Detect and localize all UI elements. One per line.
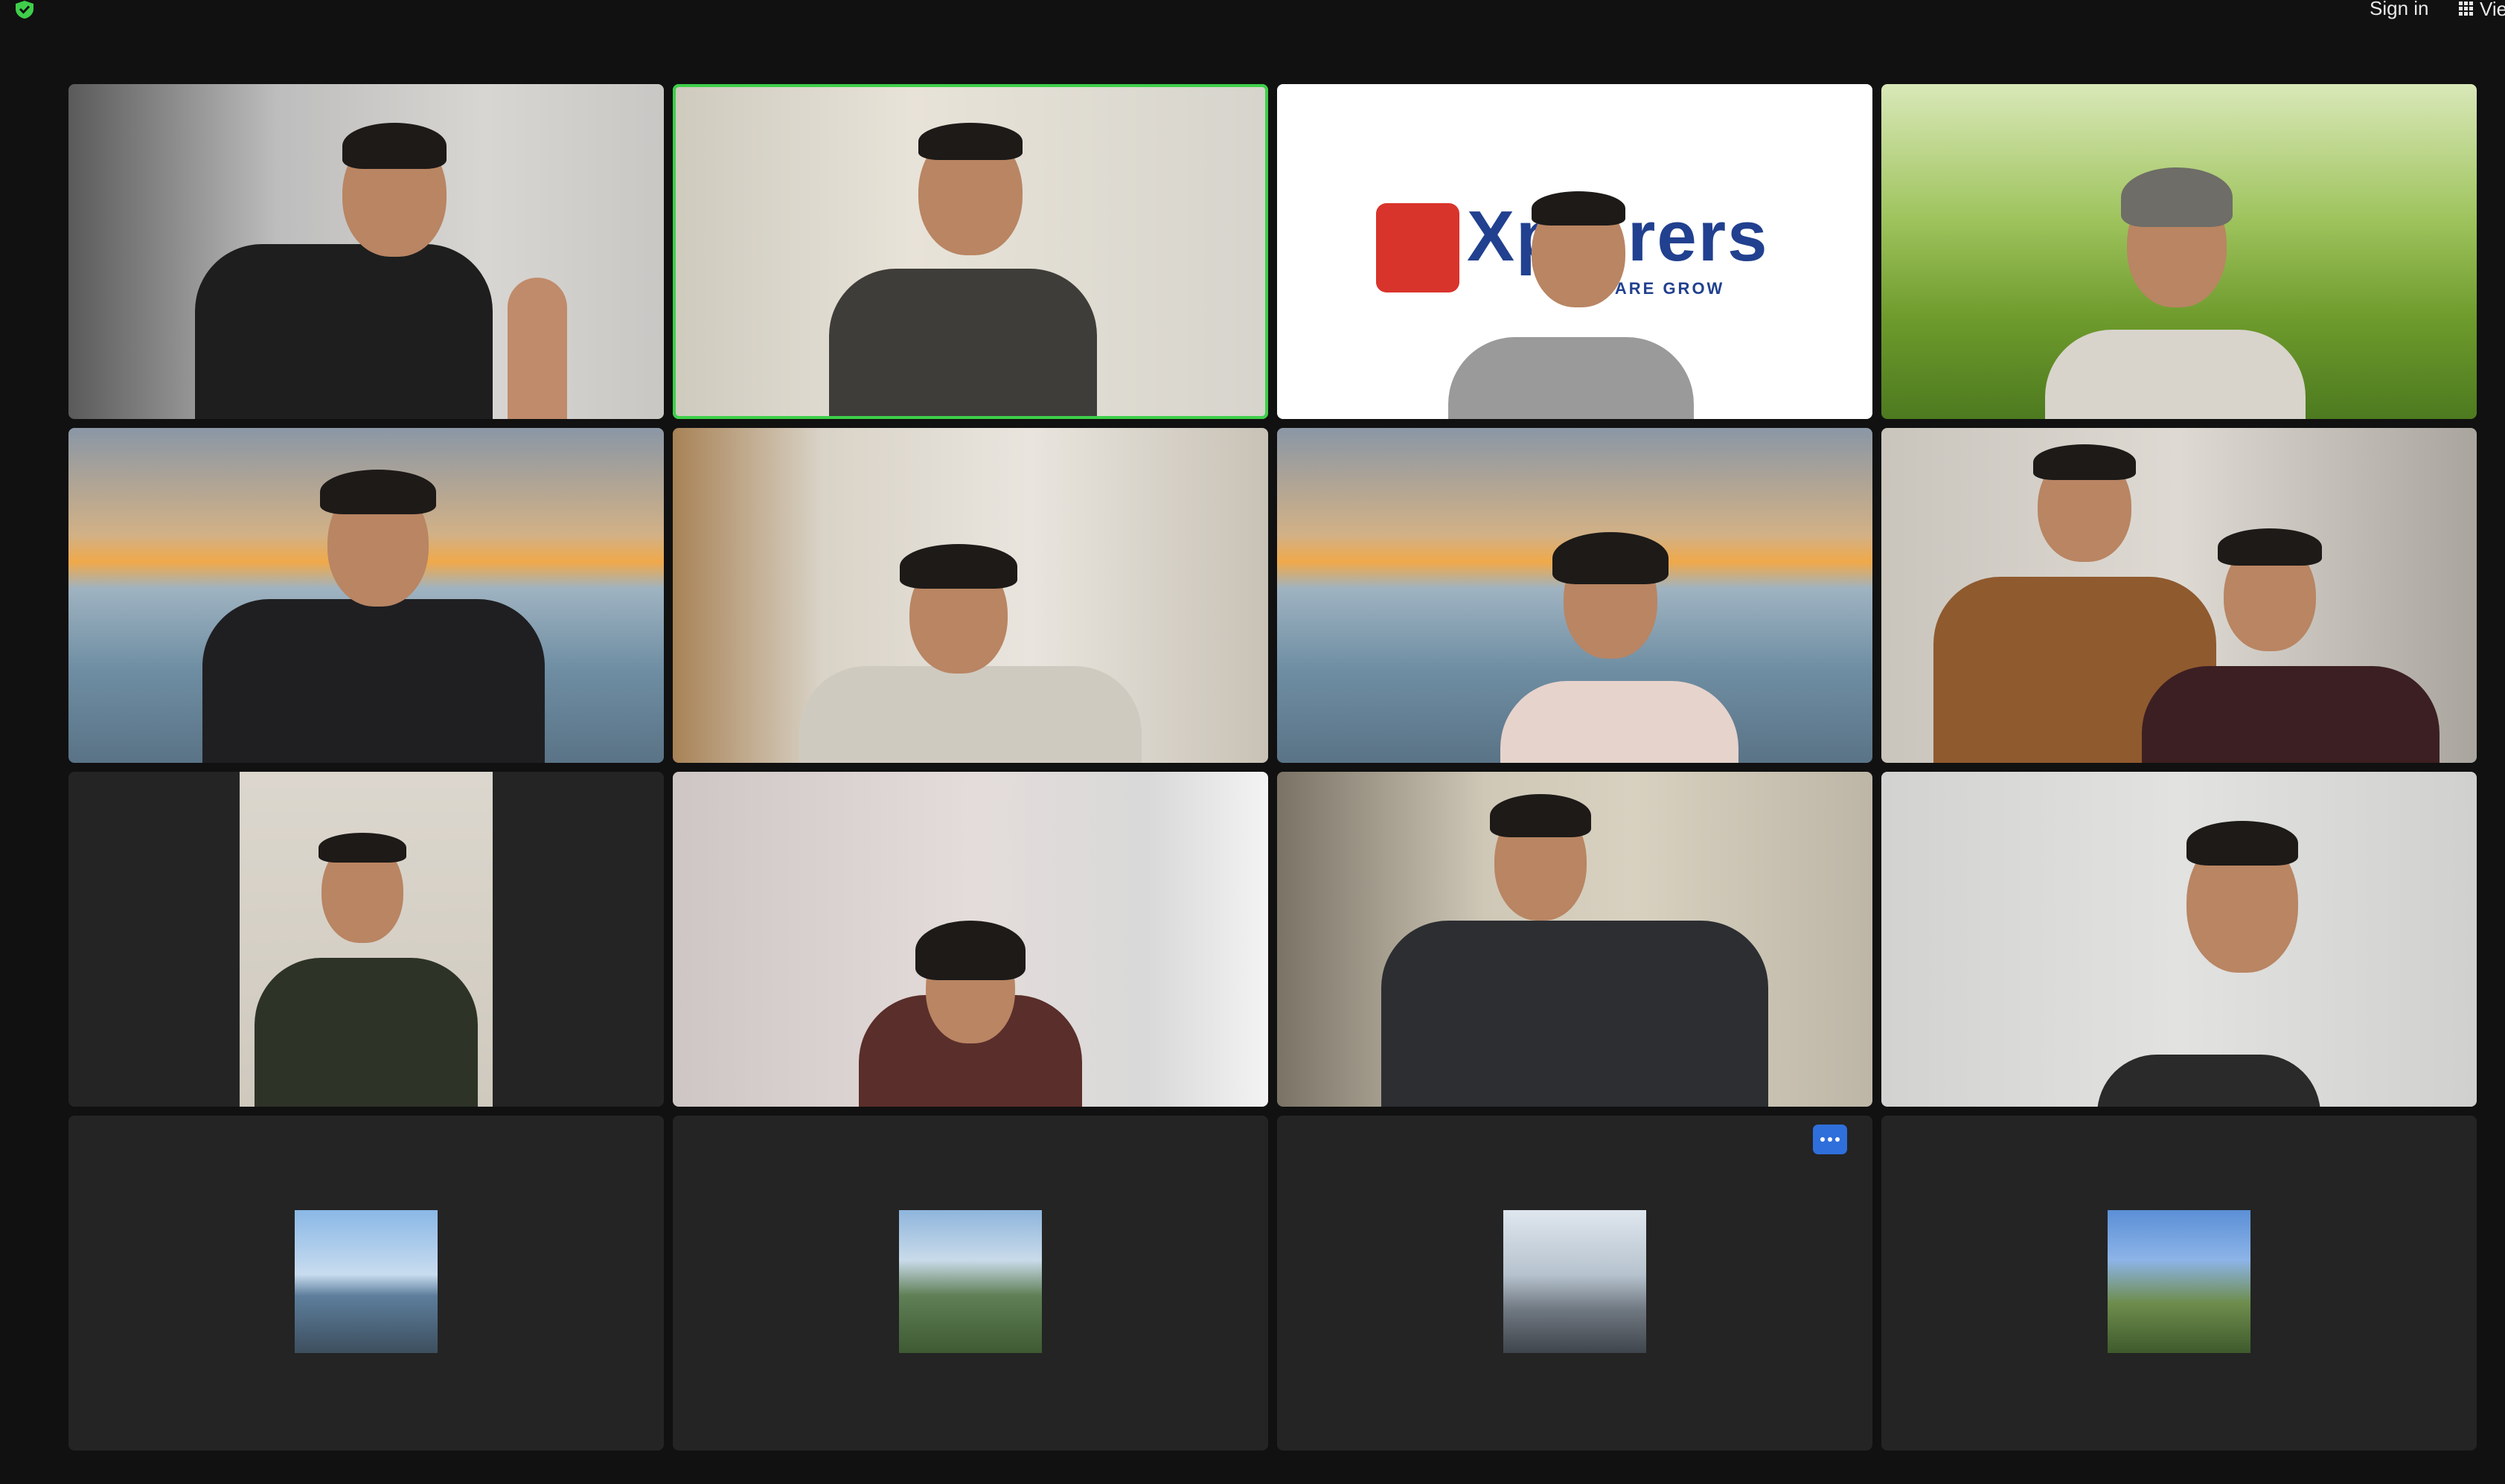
participant-video-6[interactable]	[673, 428, 1268, 763]
participant-avatar-13[interactable]	[68, 1116, 664, 1451]
view-button[interactable]: Vie	[2459, 0, 2505, 21]
xplorers-logo-icon	[1376, 203, 1459, 292]
participant-video-2[interactable]	[673, 84, 1268, 419]
participant-video-9[interactable]	[68, 772, 664, 1107]
top-bar: Sign in Vie	[0, 0, 2505, 30]
shield-check-icon[interactable]	[13, 0, 36, 19]
participant-video-5[interactable]	[68, 428, 664, 763]
participant-video-3[interactable]: Xplorers HARE GROW	[1277, 84, 1872, 419]
participant-avatar-image	[2108, 1210, 2250, 1353]
participant-video-11[interactable]	[1277, 772, 1872, 1107]
participant-video-8[interactable]	[1881, 428, 2477, 763]
participant-avatar-15[interactable]	[1277, 1116, 1872, 1451]
participant-avatar-image	[1503, 1210, 1646, 1353]
more-options-icon[interactable]	[1813, 1125, 1847, 1154]
participant-avatar-image	[899, 1210, 1042, 1353]
view-button-label: Vie	[2480, 0, 2505, 20]
gallery-view: Xplorers HARE GROW	[68, 84, 2477, 1451]
meeting-window: Sign in Vie Xplorers HARE GROW	[0, 0, 2505, 1484]
participant-avatar-16[interactable]	[1881, 1116, 2477, 1451]
participant-video-7[interactable]	[1277, 428, 1872, 763]
participant-avatar-image	[295, 1210, 438, 1353]
participant-video-10[interactable]	[673, 772, 1268, 1107]
participant-video-1[interactable]	[68, 84, 664, 419]
participant-video-12[interactable]	[1881, 772, 2477, 1107]
participant-avatar-14[interactable]	[673, 1116, 1268, 1451]
sign-in-button[interactable]: Sign in	[2370, 0, 2429, 20]
participant-video-4[interactable]	[1881, 84, 2477, 419]
grid-view-icon	[2459, 1, 2474, 16]
